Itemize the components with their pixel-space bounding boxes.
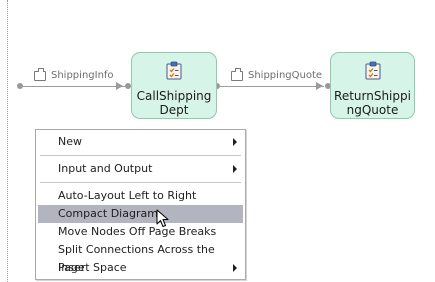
mouse-pointer-icon (156, 209, 169, 227)
menu-item-label: Move Nodes Off Page Breaks (58, 225, 217, 238)
context-menu: New Input and Output Auto-Layout Left to… (35, 129, 246, 280)
message-envelope-icon (34, 68, 46, 81)
menu-item-new[interactable]: New (38, 133, 243, 151)
arrowhead-icon (316, 82, 323, 90)
arrowhead-icon (116, 82, 123, 90)
menu-item-compact-diagram[interactable]: Compact Diagram (38, 205, 243, 223)
node-label: CallShipping Dept (136, 89, 212, 117)
menu-item-label: Insert Space (58, 261, 127, 274)
menu-item-label: New (58, 135, 82, 148)
message-envelope-icon (231, 68, 243, 81)
connection-label-shippinginfo: ShippingInfo (51, 70, 114, 81)
page-border (7, 0, 8, 282)
menu-item-input-and-output[interactable]: Input and Output (38, 160, 243, 178)
task-clipboard-icon (365, 61, 380, 80)
connection-label-shippingquote: ShippingQuote (248, 70, 323, 81)
menu-item-split-connections[interactable]: Split Connections Across the Page (38, 241, 243, 274)
node-returnshippingquote[interactable]: ReturnShippi ngQuote (330, 52, 415, 119)
connection-wire-shippingquote[interactable] (219, 86, 324, 87)
menu-item-move-nodes-off-page-breaks[interactable]: Move Nodes Off Page Breaks (38, 223, 243, 241)
menu-item-label: Compact Diagram (58, 207, 158, 220)
node-callshipping-dept[interactable]: CallShipping Dept (131, 52, 217, 119)
task-clipboard-icon (166, 61, 182, 80)
menu-separator (40, 182, 241, 183)
menu-separator (40, 155, 241, 156)
connection-wire-shippinginfo[interactable] (21, 86, 125, 87)
submenu-arrow-icon (233, 165, 237, 173)
menu-item-auto-layout[interactable]: Auto-Layout Left to Right (38, 187, 243, 205)
menu-item-insert-space[interactable]: Insert Space (38, 259, 243, 277)
menu-item-label: Auto-Layout Left to Right (58, 189, 197, 202)
node-label: ReturnShippi ngQuote (334, 89, 411, 117)
submenu-arrow-icon (233, 264, 237, 272)
menu-item-label: Input and Output (58, 162, 153, 175)
submenu-arrow-icon (233, 138, 237, 146)
